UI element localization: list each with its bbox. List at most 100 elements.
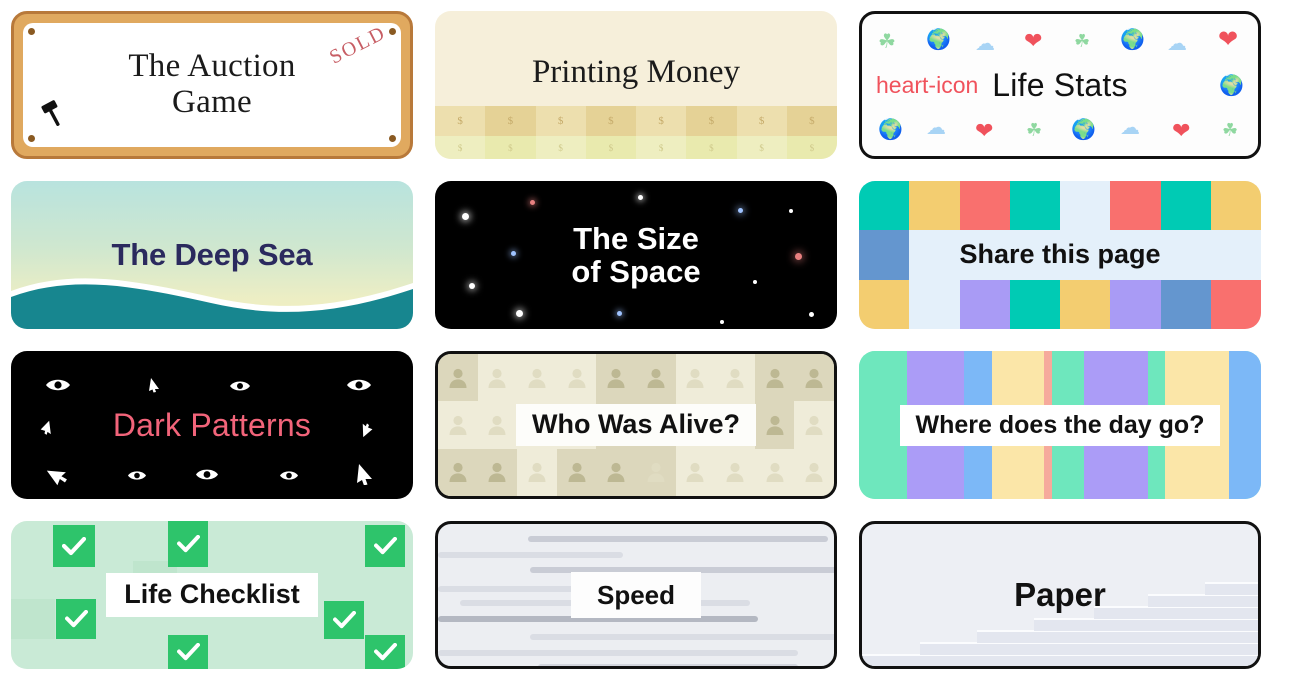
color-block (1160, 181, 1211, 231)
card-share-this-page[interactable]: Share this page (859, 181, 1261, 329)
card-where-does-the-day-go[interactable]: Where does the day go? (859, 351, 1261, 499)
person-icon (607, 463, 625, 483)
star-icon (809, 312, 814, 317)
person-cell (755, 449, 795, 496)
screw-icon (28, 135, 35, 142)
star-icon (511, 251, 516, 256)
card-printing-money[interactable]: $ $ $ $ $ $ $ $ $ $ $ $ $ $ $ $ Printing… (435, 11, 837, 159)
person-icon (766, 415, 784, 435)
card-title-line2: of Space (571, 254, 701, 289)
person-cell (794, 354, 834, 402)
card-who-was-alive[interactable]: Who Was Alive? (435, 351, 837, 499)
color-block (909, 279, 960, 329)
bill-icon: $ (736, 106, 787, 136)
grid-cell: Where does the day go? (848, 340, 1272, 510)
grid-cell: The Deep Sea (0, 170, 424, 340)
card-label: Life Checklist (106, 573, 318, 617)
color-block (959, 279, 1010, 329)
bill-icon: $ (535, 136, 586, 159)
cursor-icon (46, 463, 69, 490)
color-block (1110, 279, 1161, 329)
heart-icon: heart-icon (876, 72, 979, 98)
card-title: The Auction Game (128, 49, 295, 120)
person-icon (766, 368, 784, 388)
card-title: Dark Patterns (112, 406, 312, 443)
globe-icon: 🌍 (878, 119, 903, 141)
card-title: The Size of Space (571, 221, 701, 289)
bill-icon: $ (485, 106, 536, 136)
card-title: Share this page (959, 239, 1161, 270)
person-icon (488, 415, 506, 435)
bill-icon: $ (736, 136, 787, 159)
gavel-icon (40, 99, 70, 134)
heart-icon: ❤ (1218, 26, 1239, 53)
heart-icon: ❤ (1172, 118, 1191, 143)
person-cell (517, 449, 557, 496)
person-cell (715, 354, 755, 401)
card-auction-game[interactable]: The Auction Game SOLD (11, 11, 413, 159)
check-icon (365, 635, 405, 669)
grid-cell: ☘ 🌍 ☁ ❤ ☘ 🌍 ☁ ❤ heart-icon 🌍 🌍 ☁ ❤ ☘ 🌍 ☁… (848, 0, 1272, 170)
card-the-deep-sea[interactable]: The Deep Sea (11, 181, 413, 329)
check-icon (168, 521, 208, 567)
color-block (1210, 181, 1261, 231)
cloud-icon: ☁ (975, 33, 995, 55)
color-block (1210, 279, 1261, 329)
paper-sheet (977, 630, 1258, 643)
money-band-top: $ $ $ $ $ $ $ $ (435, 106, 837, 136)
person-icon (449, 463, 467, 483)
person-icon (528, 368, 546, 388)
card-title: Paper (1014, 576, 1106, 614)
person-cell (715, 449, 755, 496)
clover-icon: ☘ (1026, 120, 1043, 140)
grid-cell: Dark Patterns (0, 340, 424, 510)
color-block (1060, 181, 1111, 231)
card-title-line2: Game (171, 84, 252, 120)
card-life-stats[interactable]: ☘ 🌍 ☁ ❤ ☘ 🌍 ☁ ❤ heart-icon 🌍 🌍 ☁ ❤ ☘ 🌍 ☁… (859, 11, 1261, 159)
card-title: Printing Money (531, 54, 741, 91)
card-label: Who Was Alive? (515, 404, 756, 446)
paper-sheet (1034, 618, 1258, 631)
person-icon (488, 463, 506, 483)
check-icon (365, 525, 405, 567)
star-icon (753, 280, 757, 284)
person-icon (805, 463, 823, 483)
star-icon (462, 213, 469, 220)
eye-icon (195, 467, 219, 487)
card-speed[interactable]: Speed (435, 521, 837, 669)
shade-block (11, 599, 55, 639)
person-cell (794, 401, 834, 448)
check-icon (53, 525, 95, 567)
person-cell (477, 448, 518, 496)
eye-icon (127, 469, 147, 487)
star-icon (516, 310, 523, 317)
person-cell (754, 354, 795, 402)
eye-icon (229, 379, 251, 398)
bill-icon: $ (585, 106, 636, 136)
star-icon (617, 311, 622, 316)
person-cell (635, 448, 676, 496)
money-band-bottom: $ $ $ $ $ $ $ $ (435, 136, 837, 159)
grid-cell: $ $ $ $ $ $ $ $ $ $ $ $ $ $ $ $ Printing… (424, 0, 848, 170)
bill-icon: $ (686, 136, 737, 159)
person-cell (478, 401, 518, 448)
check-icon (324, 601, 364, 639)
paper-sheet (1205, 582, 1258, 595)
card-label: Where does the day go? (899, 404, 1221, 446)
card-life-checklist[interactable]: Life Checklist (11, 521, 413, 669)
paper-sheet (1148, 594, 1258, 607)
card-title: The Deep Sea (111, 237, 313, 273)
card-the-size-of-space[interactable]: The Size of Space (435, 181, 837, 329)
card-label: Speed (570, 571, 702, 619)
cloud-icon: ☁ (1167, 33, 1187, 55)
grid-cell: Speed (424, 510, 848, 680)
bill-icon: $ (535, 106, 586, 136)
color-block (1160, 230, 1211, 280)
bill-icon: $ (435, 106, 486, 136)
person-icon (726, 368, 744, 388)
grid-cell: Life Checklist (0, 510, 424, 680)
card-paper[interactable]: Paper (859, 521, 1261, 669)
card-dark-patterns[interactable]: Dark Patterns (11, 351, 413, 499)
globe-icon: 🌍 (1071, 119, 1096, 141)
paper-sheet (1094, 606, 1258, 619)
